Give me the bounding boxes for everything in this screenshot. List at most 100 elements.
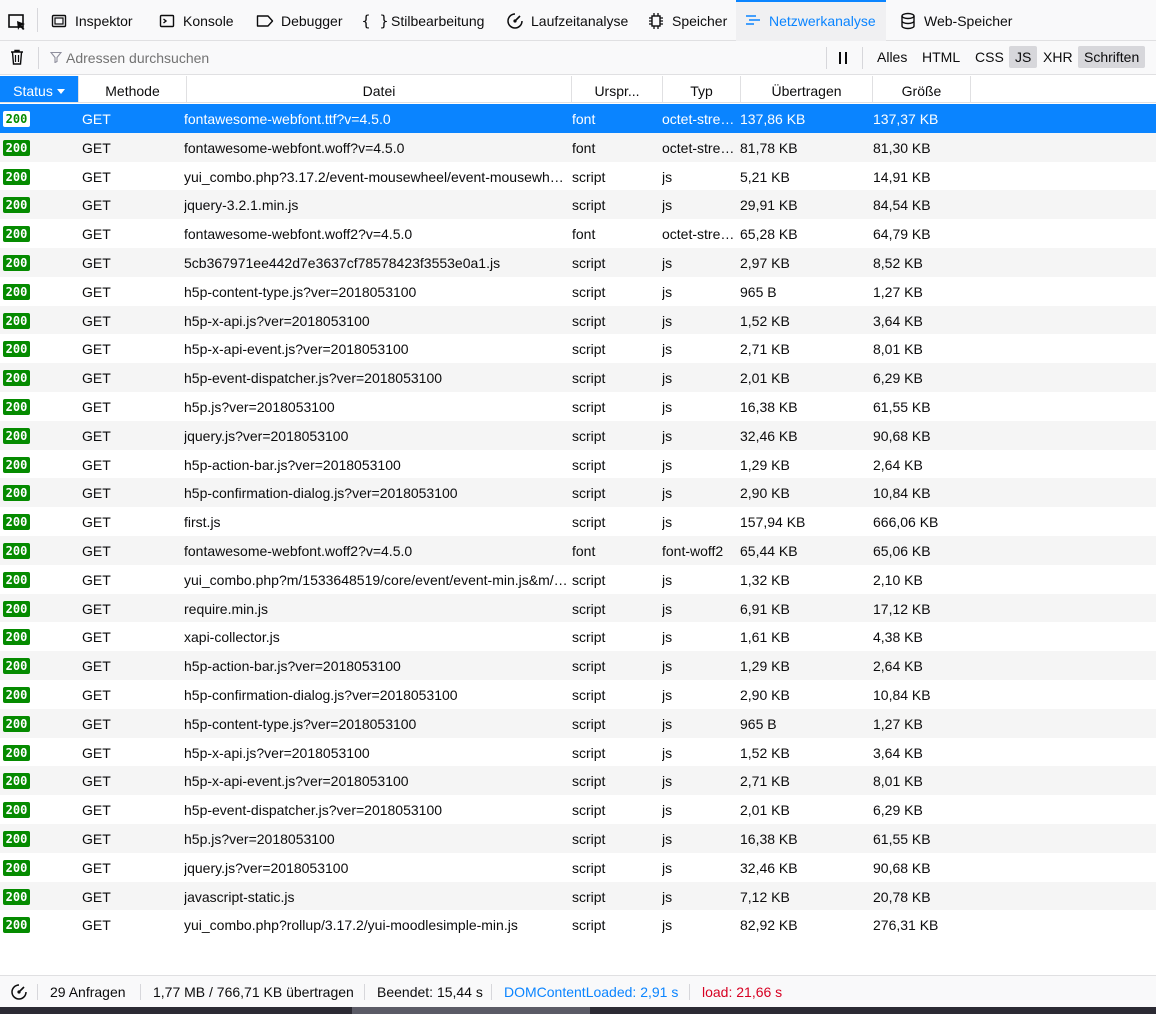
request-row[interactable]: 200 GET xapi-collector.js script js 1,61 KB 4,… [0,622,1156,651]
status-code-badge: 200 [3,370,30,387]
request-transferred: 2,71 KB [740,773,790,790]
request-cause: script [572,571,606,588]
request-size: 137,37 KB [873,111,939,127]
request-row[interactable]: 200 GET h5p-content-type.js?ver=2018053100… [0,708,1156,738]
request-row[interactable]: 200 GET fontawesome-webfont.woff2?v=4.5.0 f… [0,535,1156,565]
horizontal-scrollbar-thumb[interactable] [352,1007,590,1014]
request-row[interactable]: 200 GET h5p.js?ver=2018053100 script js 16,38… [0,392,1156,421]
request-row[interactable]: 200 GET yui_combo.php?m/1533648519/core/ev… [0,565,1156,594]
tab-inspector[interactable]: Inspektor [42,0,147,41]
filter-js-button[interactable]: JS [1009,46,1038,68]
request-type: js [662,773,673,790]
filter-html-button[interactable]: HTML [916,46,966,68]
column-header-cause[interactable]: Urspr... [572,76,663,102]
request-size: 2,64 KB [873,456,923,473]
tab-memory[interactable]: Speicher [640,0,734,41]
request-row[interactable]: 200 GET h5p-x-api-event.js?ver=2018053100 s… [0,334,1156,363]
request-transferred: 32,46 KB [740,427,798,444]
filter-all-button[interactable]: Alles [871,46,913,68]
request-row[interactable]: 200 GET fontawesome-webfont.ttf?v=4.5.0 fon… [0,104,1156,133]
status-code-badge: 200 [3,514,30,531]
tab-storage[interactable]: Web-Speicher [892,0,1022,41]
performance-analysis-icon[interactable] [10,983,28,1001]
request-row[interactable]: 200 GET 5cb367971ee442d7e3637cf78578423f35… [0,247,1156,277]
column-header-status[interactable]: Status [0,76,79,102]
status-code-badge: 200 [3,398,30,415]
request-cause: script [572,456,606,473]
request-row[interactable]: 200 GET h5p-confirmation-dialog.js?ver=201… [0,680,1156,709]
request-cause: script [572,197,606,214]
column-header-size[interactable]: Größe [873,76,971,102]
request-type: js [662,686,673,703]
request-file: h5p.js?ver=2018053100 [184,398,335,415]
pause-icon[interactable] [836,51,850,65]
toolbar-separator [826,47,827,69]
request-row[interactable]: 200 GET yui_combo.php?3.17.2/event-mousewh… [0,162,1156,191]
request-row[interactable]: 200 GET h5p-action-bar.js?ver=2018053100 sc… [0,450,1156,479]
request-method: GET [82,744,111,761]
memory-icon [647,12,665,30]
request-row[interactable]: 200 GET first.js script js 157,94 KB 666,06 KB [0,507,1156,536]
request-file: yui_combo.php?m/1533648519/core/event/ev… [184,571,571,588]
url-filter-input[interactable] [66,47,806,69]
request-type: js [662,456,673,473]
request-size: 1,27 KB [873,283,923,300]
request-row[interactable]: 200 GET javascript-static.js script js 7,12 K… [0,881,1156,911]
request-row[interactable]: 200 GET h5p-event-dispatcher.js?ver=201805… [0,363,1156,392]
column-header-label: Urspr... [594,83,640,99]
tab-style-editor[interactable]: { } Stilbearbeitung [358,0,490,41]
status-code-badge: 200 [3,283,30,300]
column-header-type[interactable]: Typ [663,76,741,102]
filter-fonts-button[interactable]: Schriften [1078,46,1146,68]
request-row[interactable]: 200 GET require.min.js script js 6,91 KB 17,12… [0,593,1156,623]
trash-icon[interactable] [8,48,26,66]
column-header-method[interactable]: Methode [79,76,187,102]
request-transferred: 2,01 KB [740,802,790,819]
tab-network[interactable]: Netzwerkanalyse [736,0,886,41]
request-size: 61,55 KB [873,398,931,415]
request-size: 90,68 KB [873,427,931,444]
request-type: octet-stream [662,226,739,243]
element-picker-icon[interactable] [6,11,28,33]
request-method: GET [82,802,111,819]
request-file: h5p-x-api.js?ver=2018053100 [184,744,370,761]
request-transferred: 65,44 KB [740,542,798,559]
request-size: 1,27 KB [873,715,923,732]
status-code-badge: 200 [3,111,30,127]
tab-console[interactable]: Konsole [150,0,245,41]
request-row[interactable]: 200 GET yui_combo.php?rollup/3.17.2/yui-mo… [0,910,1156,939]
request-row[interactable]: 200 GET fontawesome-webfont.woff?v=4.5.0 fo… [0,132,1156,162]
request-transferred: 1,52 KB [740,744,790,761]
column-header-label: Übertragen [771,83,842,99]
column-header-transferred[interactable]: Übertragen [741,76,873,102]
filter-xhr-button[interactable]: XHR [1037,46,1079,68]
request-row[interactable]: 200 GET jquery.js?ver=2018053100 script js 32… [0,420,1156,450]
request-row[interactable]: 200 GET jquery.js?ver=2018053100 script js 32… [0,853,1156,882]
request-transferred: 2,01 KB [740,370,790,387]
request-row[interactable]: 200 GET h5p-x-api.js?ver=2018053100 script j… [0,738,1156,767]
request-row[interactable]: 200 GET h5p.js?ver=2018053100 script js 16,38… [0,823,1156,853]
request-type: js [662,830,673,847]
request-row[interactable]: 200 GET h5p-confirmation-dialog.js?ver=201… [0,478,1156,508]
filter-css-button[interactable]: CSS [969,46,1010,68]
request-type: js [662,629,673,646]
request-row[interactable]: 200 GET h5p-event-dispatcher.js?ver=201805… [0,795,1156,824]
request-cause: script [572,658,606,675]
request-row[interactable]: 200 GET h5p-x-api-event.js?ver=2018053100 s… [0,766,1156,796]
request-file: h5p-event-dispatcher.js?ver=2018053100 [184,802,443,819]
request-file: fontawesome-webfont.ttf?v=4.5.0 [184,111,391,127]
tab-performance[interactable]: Laufzeitanalyse [498,0,630,41]
request-row[interactable]: 200 GET jquery-3.2.1.min.js script js 29,91 K… [0,190,1156,220]
request-row[interactable]: 200 GET h5p-action-bar.js?ver=2018053100 sc… [0,651,1156,680]
column-header-file[interactable]: Datei [187,76,572,102]
request-size: 84,54 KB [873,197,931,214]
status-separator [689,984,690,1000]
tab-debugger[interactable]: Debugger [248,0,348,41]
request-cause: script [572,485,606,502]
request-transferred: 6,91 KB [740,600,790,617]
request-row[interactable]: 200 GET h5p-x-api.js?ver=2018053100 script j… [0,305,1156,335]
request-row[interactable]: 200 GET fontawesome-webfont.woff2?v=4.5.0 f… [0,219,1156,248]
request-row[interactable]: 200 GET h5p-content-type.js?ver=2018053100… [0,277,1156,306]
request-file: h5p-content-type.js?ver=2018053100 [184,283,417,300]
status-code-badge: 200 [3,485,30,502]
